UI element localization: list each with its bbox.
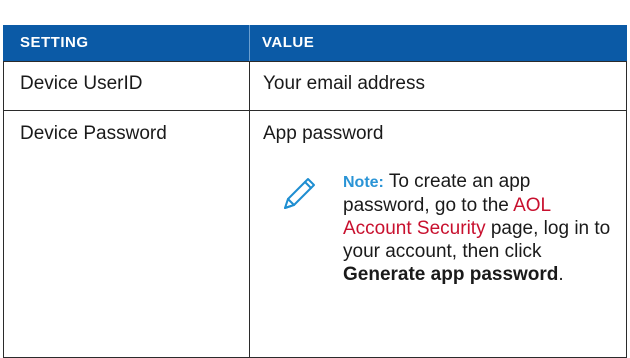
note-text: Note: To create an app password, go to t… [343, 170, 613, 286]
note-label: Note: [343, 174, 384, 191]
table-cell-setting: Device UserID [20, 73, 143, 94]
header-divider [249, 25, 250, 61]
table-cell-setting: Device Password [20, 123, 167, 144]
row-divider [3, 61, 627, 62]
generate-app-password-text: Generate app password [343, 264, 559, 285]
note-end: . [558, 264, 564, 285]
column-divider [249, 61, 250, 358]
settings-table: SETTING VALUE Device UserID Your email a… [3, 25, 627, 358]
table-border-right [626, 61, 627, 358]
header-setting: SETTING [20, 34, 89, 51]
table-cell-value: App password [263, 123, 384, 144]
pencil-icon [284, 178, 315, 209]
table-border-left [3, 61, 4, 358]
table-cell-value: Your email address [263, 73, 425, 94]
table-header: SETTING VALUE [3, 25, 627, 61]
header-value: VALUE [262, 34, 315, 51]
row-divider [3, 110, 627, 111]
